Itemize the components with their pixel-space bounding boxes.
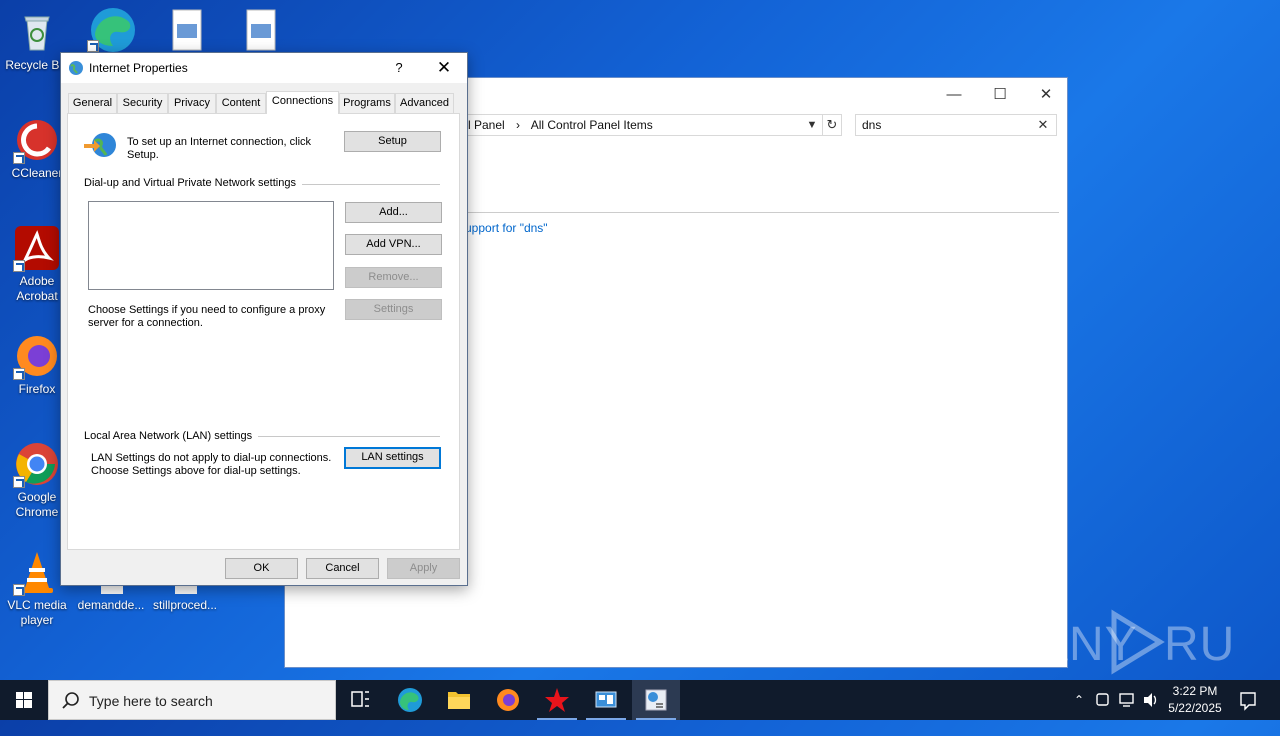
tab-general[interactable]: General (68, 93, 117, 113)
windows-logo-icon (16, 692, 32, 708)
internet-options-icon (68, 60, 84, 76)
start-button[interactable] (0, 680, 48, 720)
network-globe-icon (84, 130, 120, 162)
apply-button[interactable]: Apply (387, 558, 460, 579)
add-vpn-button[interactable]: Add VPN... (345, 234, 442, 255)
desktop-icon-label: demandde... (77, 598, 145, 612)
desktop-icon-file-1[interactable] (150, 8, 224, 58)
chevron-down-icon[interactable]: ▼ (803, 115, 821, 135)
search-placeholder: Type here to search (89, 693, 213, 709)
breadcrumb-item[interactable]: l Panel (468, 118, 505, 132)
tab-content[interactable]: Content (216, 93, 266, 113)
image-file-icon (163, 8, 211, 56)
image-file-icon (237, 8, 285, 56)
connections-panel: To set up an Internet connection, click … (67, 113, 460, 550)
taskbar-network-app[interactable] (582, 680, 630, 720)
lan-settings-button[interactable]: LAN settings (344, 447, 441, 469)
shortcut-arrow-icon (13, 476, 25, 488)
close-button[interactable]: ✕ (1023, 82, 1069, 108)
volume-icon[interactable] (1140, 680, 1162, 720)
search-input[interactable]: dns (855, 114, 1057, 136)
taskbar-file-explorer[interactable] (435, 680, 483, 720)
tab-security[interactable]: Security (117, 93, 168, 113)
edge-icon (398, 688, 422, 712)
desktop: Recycle Bin CCleaner Adobe Acrobat Firef… (0, 0, 1280, 680)
minimize-button[interactable]: — (931, 82, 977, 108)
clock-time: 3:22 PM (1172, 684, 1218, 698)
tray-app-icon[interactable] (1092, 680, 1114, 720)
setup-description: To set up an Internet connection, click … (127, 136, 312, 161)
network-window-icon (595, 691, 617, 708)
taskbar-edge[interactable] (386, 680, 434, 720)
internet-options-icon (645, 689, 667, 711)
folder-icon (448, 692, 470, 709)
shortcut-arrow-icon (13, 368, 25, 380)
maximize-button[interactable]: ☐ (977, 82, 1023, 108)
notifications-icon[interactable] (1234, 680, 1262, 720)
taskbar: Type here to search ⌃ 3:22 PM 5/22/2025 (0, 680, 1280, 720)
connections-listbox[interactable] (88, 201, 334, 290)
clear-search-icon[interactable]: ✕ (1033, 115, 1053, 135)
watermark-logo: ANY RUN (1036, 606, 1270, 676)
tab-programs[interactable]: Programs (339, 93, 395, 113)
tab-connections[interactable]: Connections (266, 91, 339, 114)
remove-button[interactable]: Remove... (345, 267, 442, 288)
lan-description: LAN Settings do not apply to dial-up con… (91, 452, 332, 477)
desktop-icon-label: stillproced... (152, 598, 218, 612)
shortcut-arrow-icon (87, 40, 99, 52)
refresh-icon[interactable]: ↻ (822, 114, 842, 136)
ccleaner-icon (13, 116, 61, 164)
tab-privacy[interactable]: Privacy (168, 93, 216, 113)
dialog-title: Internet Properties (89, 61, 188, 75)
red-star-icon (545, 688, 569, 712)
search-icon (61, 691, 81, 711)
svg-text:RUN: RUN (1164, 618, 1236, 671)
shortcut-arrow-icon (13, 584, 25, 596)
taskbar-firefox[interactable] (484, 680, 532, 720)
ok-button[interactable]: OK (225, 558, 298, 579)
search-help-link[interactable]: upport for "dns" (465, 221, 548, 235)
clock-date: 5/22/2025 (1168, 701, 1222, 715)
taskbar-internet-properties[interactable] (632, 680, 680, 720)
add-button[interactable]: Add... (345, 202, 442, 223)
breadcrumb-item[interactable]: All Control Panel Items (531, 118, 653, 132)
firefox-icon (13, 332, 61, 380)
divider (459, 212, 1059, 213)
taskbar-search-box[interactable]: Type here to search (48, 680, 336, 720)
chrome-icon (13, 440, 61, 488)
breadcrumb-separator: › (516, 118, 521, 132)
help-button[interactable]: ? (385, 55, 413, 81)
desktop-icon-label: VLC media player (7, 598, 67, 627)
tab-advanced[interactable]: Advanced (395, 93, 454, 113)
recycle-bin-icon (13, 8, 61, 56)
dialog-close-button[interactable]: ✕ (429, 55, 459, 81)
network-icon[interactable] (1116, 680, 1138, 720)
dialog-titlebar[interactable]: Internet Properties ? ✕ (61, 53, 467, 83)
shortcut-arrow-icon (13, 152, 25, 164)
desktop-icon-file-2[interactable] (224, 8, 298, 58)
internet-properties-dialog[interactable]: Internet Properties ? ✕ General Security… (60, 52, 468, 586)
lan-settings-group-label: Local Area Network (LAN) settings (84, 430, 259, 442)
vlc-icon (13, 548, 61, 596)
shortcut-arrow-icon (13, 260, 25, 272)
desktop-icon-edge[interactable] (74, 4, 148, 54)
task-view-button[interactable] (336, 680, 384, 720)
firefox-icon (497, 689, 519, 711)
proxy-description: Choose Settings if you need to configure… (88, 304, 326, 329)
setup-button[interactable]: Setup (344, 131, 441, 152)
show-hidden-icons-chevron-icon[interactable]: ⌃ (1068, 680, 1090, 720)
cancel-button[interactable]: Cancel (306, 558, 379, 579)
address-bar[interactable]: l Panel › All Control Panel Items (459, 114, 842, 136)
edge-icon (87, 4, 135, 52)
adobe-acrobat-icon (13, 224, 61, 272)
system-clock[interactable]: 3:22 PM 5/22/2025 (1160, 683, 1230, 717)
dialup-vpn-group-label: Dial-up and Virtual Private Network sett… (84, 177, 302, 189)
taskbar-red-star-app[interactable] (533, 680, 581, 720)
task-view-icon (351, 691, 369, 707)
settings-button[interactable]: Settings (345, 299, 442, 320)
